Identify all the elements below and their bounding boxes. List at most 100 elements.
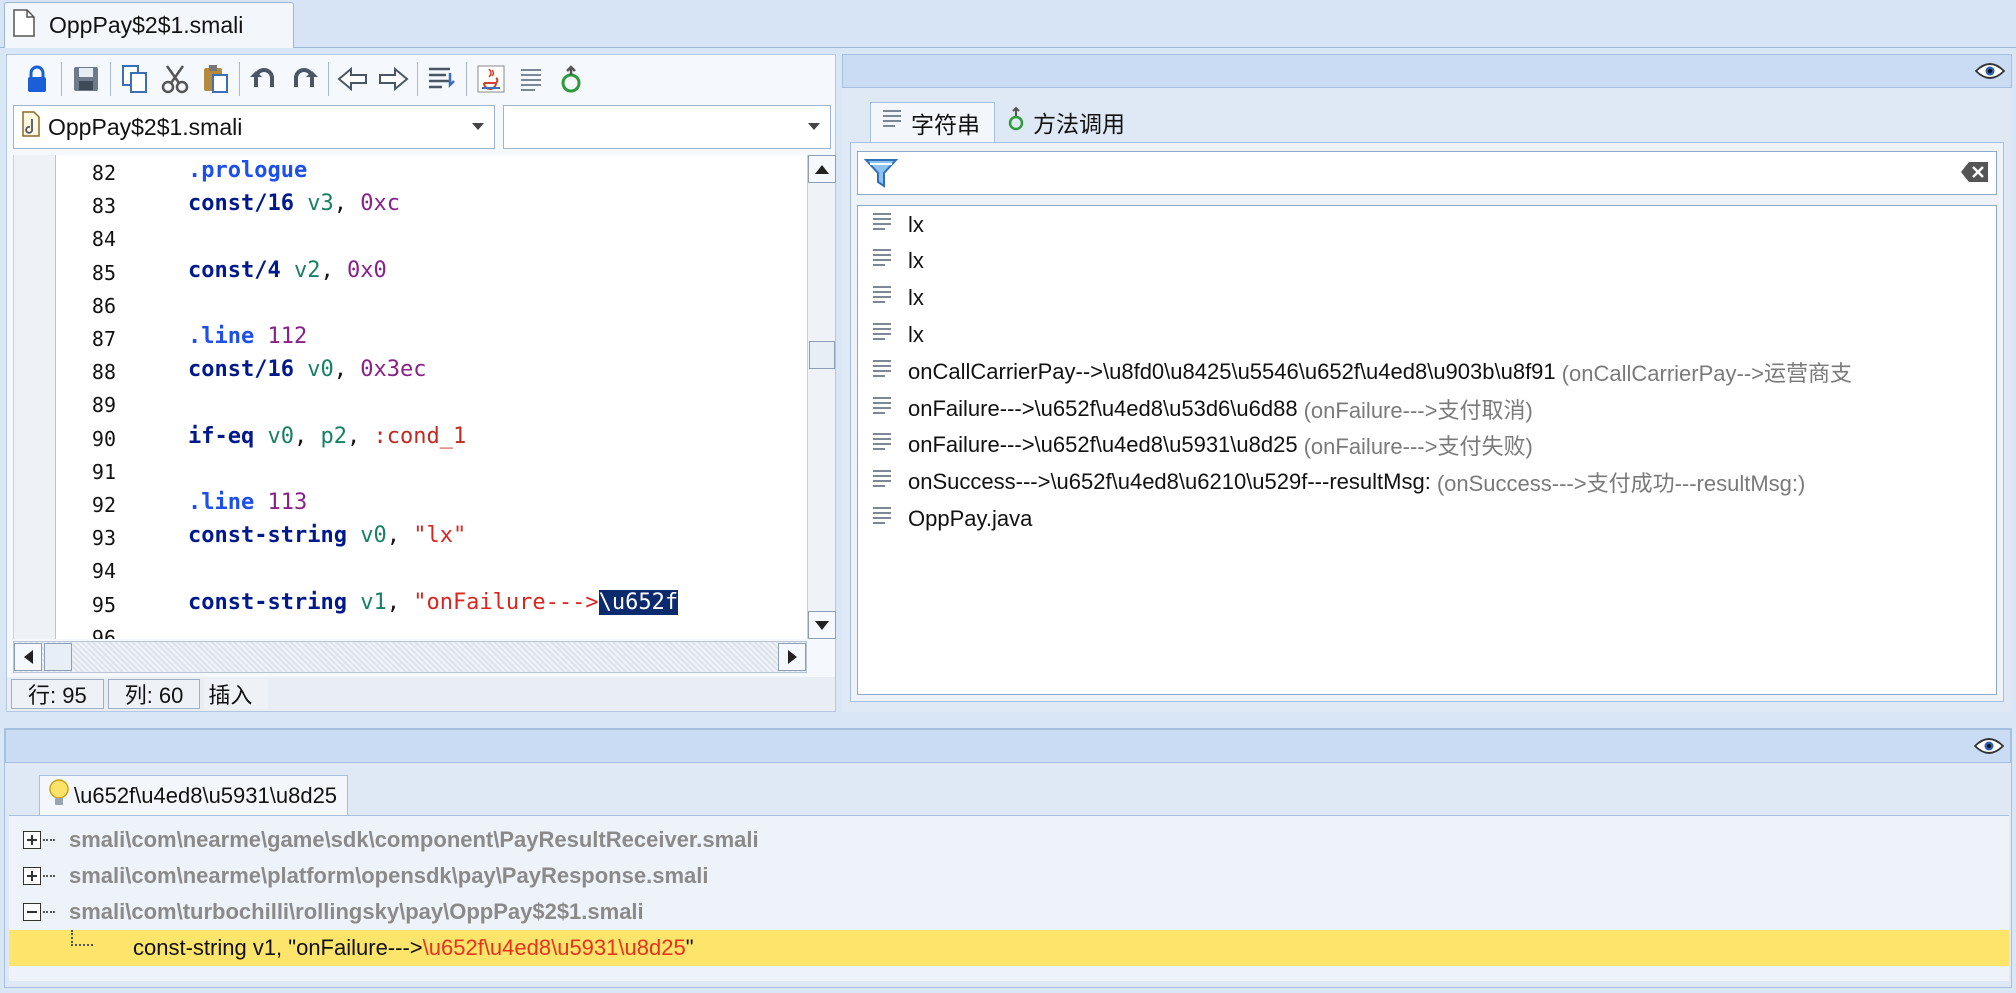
line-number: 93 [91,526,116,551]
search-results-tab-label: \u652f\u4ed8\u5931\u8d25 [74,782,338,808]
string-list-item[interactable]: onFailure--->\u652f\u4ed8\u5931\u8d25 (on… [858,427,1533,464]
code-token: , [346,423,374,449]
java-icon[interactable] [471,59,511,99]
clear-filter-icon[interactable] [1960,160,1990,189]
string-list-item[interactable]: onSuccess--->\u652f\u4ed8\u6210\u529f---… [858,464,1805,501]
string-list[interactable]: lx lx lx lx onCallCarrierPay-->\u8fd0\u8425\… [857,205,1997,695]
line-number: 82 [91,161,116,185]
status-row: 行: 95 [11,679,104,709]
code-token: v0 [267,423,294,449]
horizontal-scroll-thumb[interactable] [44,643,72,671]
code-token: v3 [307,191,334,217]
line-number: 90 [91,426,116,451]
smali-file-icon [22,111,40,143]
vertical-scrollbar[interactable] [807,155,836,639]
code-token: .prologue [188,158,308,183]
cut-icon[interactable] [155,59,195,99]
lines-icon [872,321,892,349]
paste-icon[interactable] [195,59,235,99]
line-numbers: 82 83 84 85 86 87 88 89 90 91 92 93 94 95 96 [56,155,128,639]
search-result-match: \u652f\u4ed8\u5931\u8d25 [422,935,686,960]
scroll-right-button[interactable] [778,643,806,671]
string-value: onFailure--->\u652f\u4ed8\u5931\u8d25 [908,432,1298,458]
string-decoded-value: (onFailure--->支付取消) [1303,397,1533,423]
scroll-left-button[interactable] [14,643,42,671]
code-token: p2 [320,423,347,449]
method-call-icon[interactable] [551,59,591,99]
code-line: .line 113 [188,487,307,519]
search-results-tab[interactable]: \u652f\u4ed8\u5931\u8d25 [39,775,349,815]
lines-icon [872,358,892,386]
redo-icon[interactable] [284,59,324,99]
copy-icon[interactable] [115,59,155,99]
tab-strings[interactable]: 字符串 [870,102,995,142]
string-list-item[interactable]: onFailure--->\u652f\u4ed8\u53d6\u6d88 (on… [858,390,1533,427]
code-token: .line [188,490,255,515]
string-list-item[interactable]: lx [858,243,924,280]
text-lines-icon[interactable] [511,59,551,99]
vertical-scroll-thumb[interactable] [809,341,835,369]
lines-icon [872,284,892,312]
member-select[interactable] [503,105,831,149]
line-number: 87 [91,327,116,351]
code-editor[interactable]: 82 83 84 85 86 87 88 89 90 91 92 93 94 95 96 .prologue… [13,155,807,639]
tab-method-calls[interactable]: 方法调用 [995,102,1139,142]
tree-row[interactable]: smali\com\turbochilli\rollingsky\pay\Opp… [9,894,2009,930]
string-filter-input[interactable] [857,151,1997,195]
string-list-item[interactable]: lx [858,280,924,317]
eye-icon[interactable] [1974,61,2006,86]
tree-file-path: smali\com\turbochilli\rollingsky\pay\Opp… [69,899,644,924]
code-token: v1 [360,589,387,615]
code-line: const/4 v2, 0x0 [188,255,387,287]
arrow-left-icon [23,650,33,664]
lightbulb-icon [48,778,70,814]
back-arrow-icon[interactable] [333,59,373,99]
code-token: 112 [267,324,308,349]
lock-icon[interactable] [17,59,57,99]
code-token: const-string [188,523,347,549]
strings-panel-header [842,54,2012,88]
format-icon[interactable] [422,59,462,99]
chevron-down-icon [808,123,820,130]
editor-file-tab[interactable]: OppPay$2$1.smali [4,2,294,48]
lines-icon [872,505,892,533]
undo-icon[interactable] [244,59,284,99]
string-list-item[interactable]: lx [858,316,924,353]
collapse-minus-icon[interactable] [23,903,41,921]
string-list-item[interactable]: OppPay.java [858,500,1032,537]
save-icon[interactable] [66,59,106,99]
lines-icon [881,108,903,138]
code-token: v0 [307,357,334,383]
line-number: 85 [91,260,116,285]
code-token: , [333,357,361,383]
string-list-item[interactable]: lx [858,206,924,243]
code-line: const/16 v0, 0x3ec [188,354,426,386]
strings-panel-tabs: 字符串 方法调用 [870,98,1139,142]
lines-icon [872,468,892,496]
tree-row[interactable]: smali\com\nearme\game\sdk\component\PayR… [9,822,2009,858]
code-line: const-string v1, "onFailure--->\u652f [188,587,679,619]
forward-arrow-icon[interactable] [373,59,413,99]
scroll-down-button[interactable] [808,611,836,639]
line-number: 91 [91,459,116,484]
search-results-header [5,729,2011,763]
horizontal-scrollbar[interactable] [13,641,807,673]
code-token: const/16 [188,191,294,217]
search-result-row[interactable]: const-string v1, "onFailure--->\u652f\u4… [9,930,2009,966]
code-token: , [320,257,347,283]
lines-icon [872,395,892,423]
scroll-up-button[interactable] [808,155,836,183]
eye-icon[interactable] [1973,736,2005,761]
file-select[interactable]: OppPay$2$1.smali [13,105,495,149]
tree-row[interactable]: smali\com\nearme\platform\opensdk\pay\Pa… [9,858,2009,894]
string-list-item[interactable]: onCallCarrierPay-->\u8fd0\u8425\u5546\u6… [858,353,1852,390]
status-column: 列: 60 [107,679,201,709]
toolbar-separator [417,62,418,96]
expand-plus-icon[interactable] [23,831,41,849]
tree-file-path: smali\com\nearme\platform\opensdk\pay\Pa… [69,863,709,888]
line-number: 95 [91,592,116,617]
expand-plus-icon[interactable] [23,867,41,885]
